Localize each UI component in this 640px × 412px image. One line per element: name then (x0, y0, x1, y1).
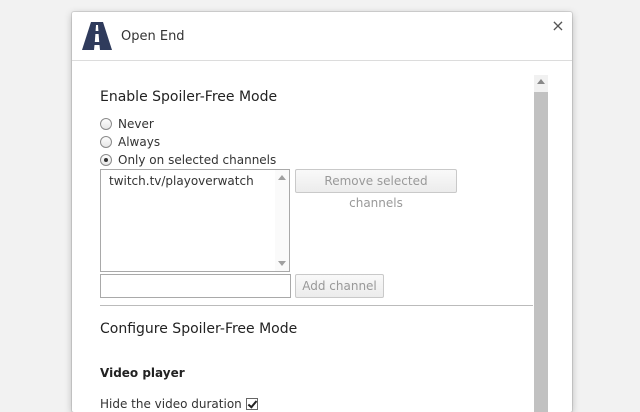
channel-list[interactable]: twitch.tv/playoverwatch (100, 169, 290, 272)
radio-selected-channels-button[interactable] (100, 154, 112, 166)
enable-section-title: Enable Spoiler-Free Mode (100, 89, 278, 105)
scroll-down-icon[interactable] (278, 261, 286, 266)
close-icon[interactable]: × (550, 18, 566, 34)
radio-selected-channels-label: Only on selected channels (118, 153, 277, 167)
video-player-heading: Video player (100, 366, 185, 380)
radio-selected-channels[interactable]: Only on selected channels (100, 152, 276, 168)
road-logo-icon (82, 22, 112, 50)
configure-section-title: Configure Spoiler-Free Mode (100, 321, 298, 337)
content-scrollbar[interactable] (534, 75, 548, 412)
add-channel-button[interactable]: Add channel (295, 274, 384, 298)
radio-never[interactable]: Never (100, 116, 154, 132)
radio-always-button[interactable] (100, 136, 112, 148)
section-divider (100, 305, 533, 306)
dialog-header: Open End × (72, 12, 572, 61)
add-channel-input[interactable] (100, 274, 291, 298)
hide-duration-label: Hide the video duration (100, 397, 242, 411)
app-title: Open End (121, 29, 185, 44)
scroll-up-icon[interactable] (537, 79, 545, 84)
scrollbar-thumb[interactable] (534, 92, 548, 412)
radio-never-label: Never (118, 117, 154, 131)
radio-never-button[interactable] (100, 118, 112, 130)
remove-channels-button[interactable]: Remove selected channels (295, 169, 457, 210)
list-scrollbar[interactable] (275, 170, 289, 271)
scroll-up-icon[interactable] (278, 175, 286, 180)
hide-duration-row[interactable]: Hide the video duration (100, 396, 258, 412)
options-dialog: Open End × Enable Spoiler-Free Mode Neve… (72, 12, 572, 412)
radio-always-label: Always (118, 135, 161, 149)
options-content: Enable Spoiler-Free Mode Never Always On… (72, 61, 572, 412)
list-item[interactable]: twitch.tv/playoverwatch (109, 174, 254, 188)
radio-always[interactable]: Always (100, 134, 160, 150)
